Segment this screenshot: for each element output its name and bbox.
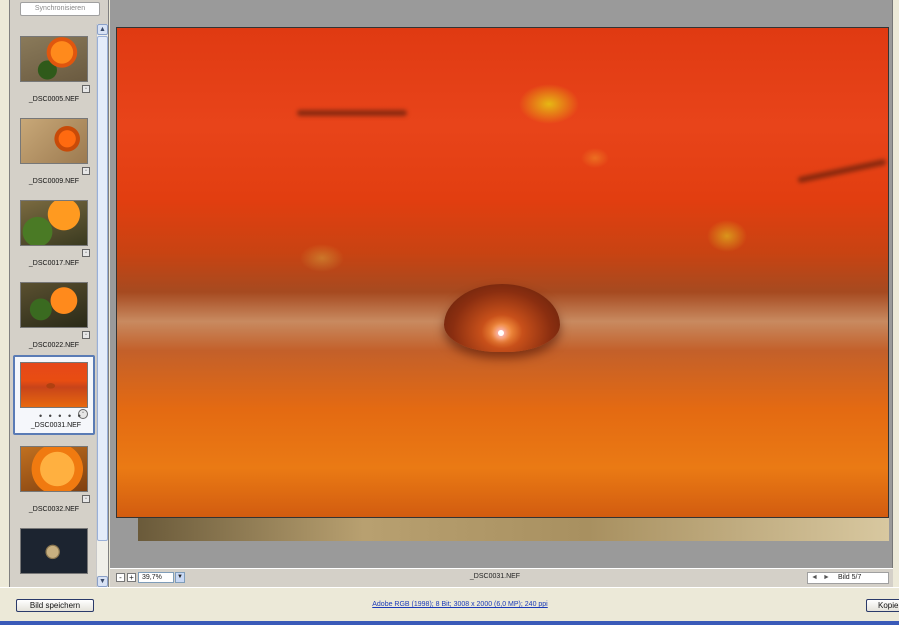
raw-file-badge-icon: ▫ (82, 495, 90, 503)
copy-button[interactable]: Kopie (866, 599, 899, 612)
previous-image-icon[interactable]: ◄ (811, 573, 818, 583)
thumbnail-item[interactable]: ▫ _DSC0017.NEF (13, 193, 95, 273)
thumbnail-filename: _DSC0031.NEF (30, 422, 82, 429)
background-photo-strip (138, 516, 889, 541)
viewer-status-bar: - + 39,7% ▼ _DSC0031.NEF ◄ ► Bild 5/7 (110, 568, 893, 587)
thumbnail-image[interactable] (20, 200, 88, 246)
dialog-bottom-bar: Bild speichern Adobe RGB (1998); 8 Bit; … (0, 587, 899, 625)
thumbnail-item[interactable]: ▫ _DSC0022.NEF (13, 275, 95, 355)
save-image-button[interactable]: Bild speichern (16, 599, 94, 612)
zoom-level-field[interactable]: 39,7% (138, 572, 174, 583)
photo-streak (797, 158, 887, 184)
thumbnail-filename: _DSC0022.NEF (28, 342, 80, 349)
right-edge (893, 0, 899, 587)
raw-file-badge-icon: ▫ (82, 331, 90, 339)
thumbnail-image[interactable] (20, 118, 88, 164)
thumbnail-image[interactable] (20, 446, 88, 492)
thumbnail-image[interactable] (20, 282, 88, 328)
thumbnail-item[interactable]: ▫ _DSC0005.NEF (13, 29, 95, 109)
drop-highlight (498, 330, 504, 336)
image-position-label: Bild 5/7 (838, 574, 862, 581)
raw-file-badge-icon: ▫ (82, 167, 90, 175)
thumbnail-filename: _DSC0005.NEF (28, 96, 80, 103)
filmstrip-panel: Synchronisieren ▫ _DSC0005.NEF ▫ _DSC0009.N… (9, 0, 109, 587)
scrollbar-thumb[interactable] (97, 36, 108, 541)
thumbnail-item[interactable]: ▫ _DSC0032.NEF (13, 439, 95, 519)
photo-streak (297, 110, 407, 116)
scroll-up-arrow-icon[interactable]: ▲ (97, 24, 108, 35)
synchronize-button[interactable]: Synchronisieren (20, 2, 100, 16)
zoom-out-button[interactable]: - (116, 573, 125, 582)
thumbnail-item[interactable]: ▫ • • • • • _DSC0031.NEF (13, 355, 95, 435)
thumbnail-item[interactable]: ▫ _DSC0009.NEF (13, 111, 95, 191)
raw-file-badge-icon: ▫ (82, 85, 90, 93)
thumbnail-image[interactable] (20, 362, 88, 408)
thumbnail-filename: _DSC0032.NEF (28, 506, 80, 513)
thumbnail-list: ▫ _DSC0005.NEF ▫ _DSC0009.NEF ▫ _DSC0017.NEF ▫… (10, 24, 96, 587)
zoom-in-button[interactable]: + (127, 573, 136, 582)
chevron-down-icon[interactable]: ▼ (175, 572, 185, 583)
scroll-down-arrow-icon[interactable]: ▼ (97, 576, 108, 587)
next-image-icon[interactable]: ► (823, 573, 830, 583)
workflow-options-link[interactable]: Adobe RGB (1998); 8 Bit; 3008 x 2000 (6,… (300, 601, 620, 608)
thumbnail-filename: _DSC0017.NEF (28, 260, 80, 267)
rating-dots[interactable]: • • • • • (39, 411, 83, 421)
thumbnail-item[interactable] (13, 521, 95, 587)
thumbnail-filename: _DSC0009.NEF (28, 178, 80, 185)
thumbnail-image[interactable] (20, 528, 88, 574)
main-photo-preview[interactable] (116, 27, 889, 518)
image-navigator: ◄ ► Bild 5/7 (807, 572, 889, 584)
current-filename: _DSC0031.NEF (469, 573, 521, 580)
water-drop (444, 284, 560, 352)
raw-file-badge-icon: ▫ (82, 249, 90, 257)
thumbnail-image[interactable] (20, 36, 88, 82)
window-frame (0, 621, 899, 625)
filmstrip-scrollbar[interactable]: ▲ ▼ (96, 24, 108, 587)
